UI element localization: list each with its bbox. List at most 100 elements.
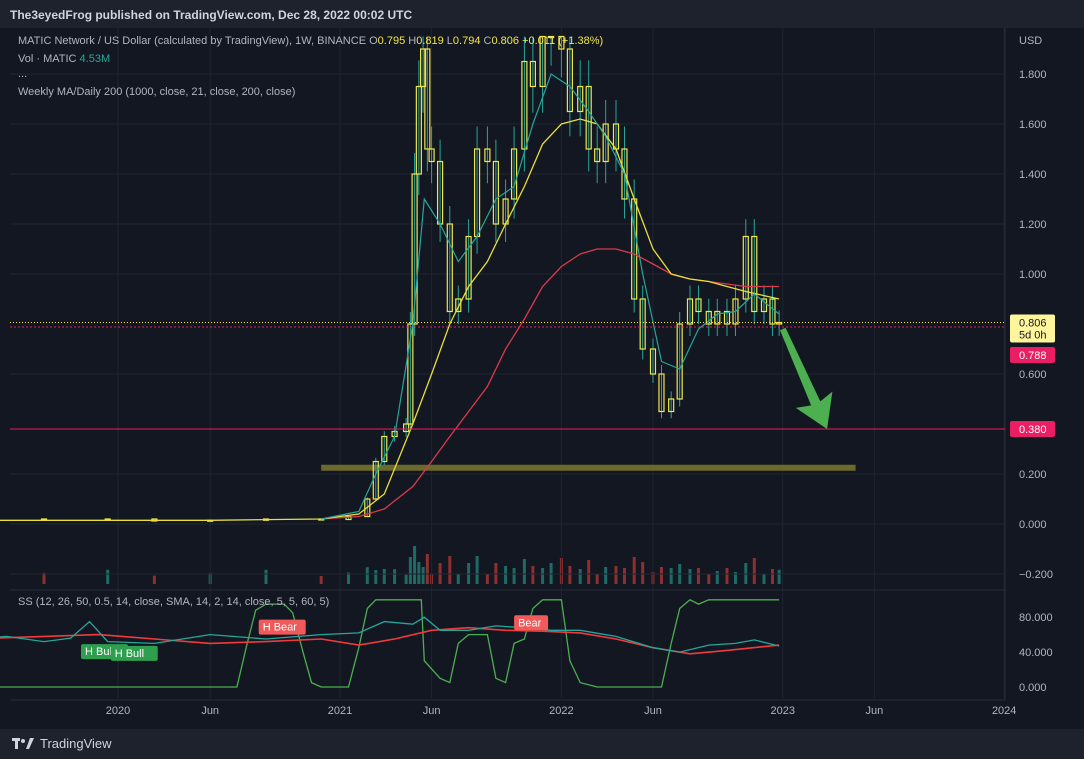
volume-bar <box>512 568 516 584</box>
badge-0788-value: 0.788 <box>1019 350 1047 362</box>
vol-label: Vol · MATIC <box>18 53 77 65</box>
volume-bar <box>374 570 378 584</box>
price-tick-label: 1.800 <box>1019 69 1047 81</box>
badge-countdown: 5d 0h <box>1019 330 1047 342</box>
candles <box>40 35 783 522</box>
time-tick-label: Jun <box>644 705 662 717</box>
badge-0380-value: 0.380 <box>1019 424 1047 436</box>
volume-bar <box>413 546 417 584</box>
ss-legend: SS (12, 26, 50, 0.5, 14, close, SMA, 14,… <box>18 596 330 608</box>
hbull-label: H Bull <box>115 648 144 660</box>
time-tick-label: 2023 <box>771 705 795 717</box>
volume-legend: Vol · MATIC 4.53M <box>18 53 110 65</box>
volume-bar <box>541 568 545 584</box>
o-label: O <box>369 35 378 47</box>
ss-tick-label: 80.000 <box>1019 612 1053 624</box>
footer-bar <box>0 729 1084 759</box>
tradingview-brand[interactable]: TradingView <box>12 736 112 751</box>
axes: USD 1.800 1.600 1.400 1.200 1.000 0.600 0.200 0.… <box>106 35 1055 717</box>
h-value: 0.819 <box>416 35 444 47</box>
ss-indicator: H Bull H Bull H Bear Bear <box>0 599 780 688</box>
ma-fast-line <box>321 73 780 520</box>
time-tick-label: Jun <box>201 705 219 717</box>
ss-green-line <box>0 599 780 688</box>
time-tick-label: 2020 <box>106 705 130 717</box>
l-value: 0.794 <box>452 35 481 47</box>
price-tick-label: 1.400 <box>1019 169 1047 181</box>
volume-bar <box>504 566 508 584</box>
ma-mid-line <box>0 118 780 521</box>
arrow-shape <box>780 327 833 430</box>
price-tick-label: 1.000 <box>1019 269 1047 281</box>
symbol-legend: MATIC Network / US Dollar (calculated by… <box>18 35 603 47</box>
time-tick-label: Jun <box>866 705 884 717</box>
hbull-label: H Bull <box>85 646 114 658</box>
volume-bar <box>770 569 774 584</box>
horizontal-lines <box>10 322 1005 430</box>
volume-bar <box>707 574 711 584</box>
currency-label: USD <box>1019 35 1042 47</box>
c-value: 0.806 <box>491 35 519 47</box>
volume-bar <box>106 569 110 584</box>
more-dots[interactable]: ... <box>18 68 27 80</box>
o-value: 0.795 <box>377 35 406 47</box>
volume-bar <box>641 562 645 584</box>
volume-bar <box>456 574 460 584</box>
volume-bar <box>393 569 397 584</box>
volume-bar <box>632 557 636 584</box>
chart-svg[interactable]: H Bull H Bull H Bear Bear USD 1.800 1.600 1.40… <box>0 0 1084 759</box>
volume-bar <box>264 569 268 584</box>
price-tick-label: 0.200 <box>1019 469 1047 481</box>
volume-bar <box>404 574 408 584</box>
volume-bar <box>319 575 323 584</box>
volume-bar <box>725 568 729 584</box>
volume-bar <box>696 568 700 584</box>
ma-slow-line <box>321 248 780 520</box>
down-arrow <box>780 327 833 430</box>
volume-bar <box>688 569 692 584</box>
volume-bar <box>522 559 526 584</box>
volume-bar <box>365 567 369 584</box>
volume-bar <box>417 562 421 584</box>
volume-bar <box>659 567 663 584</box>
time-tick-label: 2022 <box>549 705 573 717</box>
h-label: H <box>408 35 417 47</box>
volume-bar <box>568 566 572 584</box>
volume-bar <box>595 574 599 584</box>
ss-tick-label: 40.000 <box>1019 647 1053 659</box>
ss-tick-label: 0.000 <box>1019 682 1047 694</box>
volume-bar <box>531 566 535 584</box>
volume-bar <box>448 556 452 584</box>
price-tick-label: −0.200 <box>1019 569 1053 581</box>
volume-bar <box>622 568 626 584</box>
price-tick-label: 1.600 <box>1019 119 1047 131</box>
moving-averages <box>0 73 780 521</box>
volume-bar <box>578 569 582 584</box>
badge-last-price-value: 0.806 <box>1019 318 1047 330</box>
price-tick-label: 1.200 <box>1019 219 1047 231</box>
volume-bar <box>485 574 489 584</box>
volume-bar <box>382 569 386 584</box>
volume-bar <box>152 575 156 584</box>
price-tick-label: 0.600 <box>1019 369 1047 381</box>
indicator-legend: Weekly MA/Daily 200 (1000, close, 21, cl… <box>18 86 296 98</box>
volume-bar <box>614 566 618 584</box>
price-tick-label: 0.000 <box>1019 519 1047 531</box>
vol-value: 4.53M <box>79 53 111 65</box>
volume-bar <box>777 569 781 584</box>
brand-name: TradingView <box>40 736 112 751</box>
bear-label: Bear <box>518 617 542 629</box>
volume-bar <box>762 574 766 584</box>
time-tick-label: Jun <box>423 705 441 717</box>
target-zone-bar <box>321 464 856 471</box>
volume-bar <box>604 567 608 584</box>
volume-bar <box>421 567 425 584</box>
symbol-title: MATIC Network / US Dollar (calculated by… <box>18 35 367 47</box>
time-tick-label: 2021 <box>328 705 352 717</box>
bear-label: H Bear <box>263 622 298 634</box>
volume-bar <box>669 568 673 584</box>
volume-bars <box>42 546 781 584</box>
volume-bar <box>715 571 719 584</box>
volume-bar <box>475 556 479 584</box>
volume-bar <box>408 557 412 584</box>
